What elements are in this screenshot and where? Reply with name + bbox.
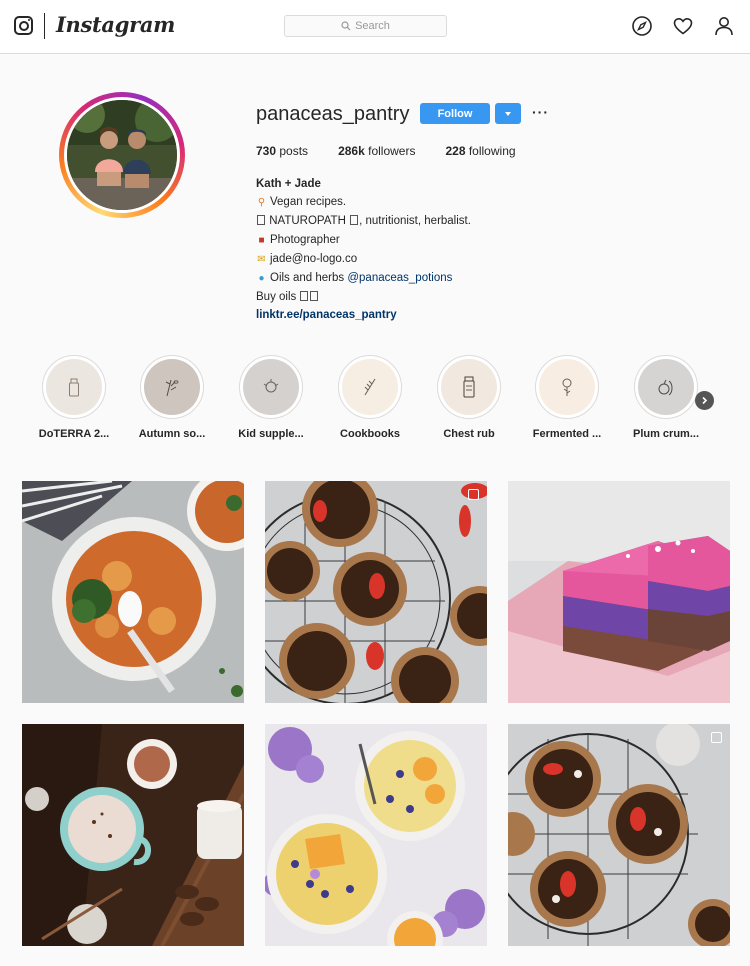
- highlight-cover: [140, 355, 204, 419]
- highlight-label: Plum crum...: [632, 428, 700, 440]
- highlight-cover-image: [638, 359, 694, 415]
- chevron-right-icon: [702, 396, 708, 405]
- chevron-down-icon: [505, 111, 511, 116]
- missing-glyph-icon: [257, 215, 265, 226]
- highlight-cover: [437, 355, 501, 419]
- oil-bottle-icon: [69, 378, 79, 397]
- highlight-cover: [42, 355, 106, 419]
- highlight-chest-rub[interactable]: Chest rub: [433, 355, 505, 440]
- nav-divider: [44, 13, 45, 39]
- following-count: 228: [445, 144, 466, 158]
- multiple-photos-icon: [468, 489, 479, 500]
- missing-glyph-icon: [350, 215, 359, 226]
- jar-icon: [463, 376, 475, 398]
- post-hot-chocolate[interactable]: [22, 724, 244, 946]
- bio-line: Buy oils: [256, 288, 471, 306]
- missing-glyph-icon: [300, 291, 309, 302]
- bio-line: ✉ jade@no-logo.co: [256, 250, 471, 269]
- missing-glyph-icon: [310, 291, 319, 302]
- post-strawberry-tarts[interactable]: [508, 724, 730, 946]
- suggested-accounts-dropdown-button[interactable]: [495, 103, 521, 124]
- bio-mention-link[interactable]: @panaceas_potions: [347, 272, 452, 284]
- flower-icon: [562, 378, 572, 396]
- highlight-label: DoTERRA 2...: [38, 428, 110, 440]
- highlight-label: Fermented ...: [532, 428, 602, 440]
- heart-icon[interactable]: [672, 15, 694, 37]
- bio-line: ■ Photographer: [256, 231, 471, 250]
- compass-icon[interactable]: [631, 15, 653, 37]
- posts-stat: 730 posts: [256, 144, 308, 158]
- highlight-label: Cookbooks: [340, 428, 400, 440]
- leaves-icon: [165, 379, 179, 397]
- highlight-cover: [338, 355, 402, 419]
- post-image: [22, 724, 244, 946]
- highlight-cover-image: [243, 359, 299, 415]
- more-options-button[interactable]: ···: [532, 104, 549, 120]
- profile-username: panaceas_pantry: [256, 103, 410, 125]
- highlight-cover-image: [539, 359, 595, 415]
- instagram-wordmark[interactable]: Instagram: [56, 12, 175, 37]
- instagram-glyph-icon[interactable]: [14, 16, 33, 35]
- search-input[interactable]: Search: [284, 15, 447, 37]
- post-image: [508, 481, 730, 703]
- highlight-cover: [239, 355, 303, 419]
- highlight-plum-crumble[interactable]: Plum crum...: [630, 355, 702, 440]
- camera-emoji-icon: ■: [258, 234, 265, 246]
- sketch-icon: [263, 379, 279, 393]
- followers-label: followers: [368, 144, 416, 158]
- chef-emoji-icon: ⚲: [257, 197, 266, 209]
- avatar: [64, 97, 180, 213]
- envelope-emoji-icon: ✉: [257, 253, 266, 265]
- followers-count: 286k: [338, 144, 365, 158]
- search-placeholder: Search: [355, 20, 390, 32]
- highlight-cover: [535, 355, 599, 419]
- bio-full-name: Kath + Jade: [256, 178, 321, 190]
- top-navigation-bar: Instagram Search: [0, 0, 750, 54]
- post-image: [265, 724, 487, 946]
- followers-stat[interactable]: 286k followers: [338, 144, 415, 158]
- droplet-emoji-icon: ●: [258, 273, 265, 285]
- post-pink-slice[interactable]: [508, 481, 730, 703]
- highlight-kid-supplements[interactable]: Kid supple...: [235, 355, 307, 440]
- bio-website-link[interactable]: linktr.ee/panaceas_pantry: [256, 306, 471, 324]
- follow-button[interactable]: Follow: [420, 103, 490, 124]
- highlights-next-button[interactable]: [695, 391, 714, 410]
- highlight-cover-image: [441, 359, 497, 415]
- highlight-autumn[interactable]: Autumn so...: [136, 355, 208, 440]
- multiple-photos-icon: [711, 732, 722, 743]
- post-image: [508, 724, 730, 946]
- bio-line: NATUROPATH , nutritionist, herbalist.: [256, 212, 471, 230]
- herb-sprig-icon: [364, 378, 376, 396]
- posts-label: posts: [279, 144, 309, 158]
- following-stat[interactable]: 228 following: [445, 144, 515, 158]
- profile-stats: 730 posts 286k followers 228 following: [256, 144, 546, 158]
- highlight-cover-image: [46, 359, 102, 415]
- bio-line: ⚲ Vegan recipes.: [256, 193, 471, 212]
- post-smoothie-bowls[interactable]: [265, 724, 487, 946]
- highlight-fermented[interactable]: Fermented ...: [531, 355, 603, 440]
- highlight-cover-image: [342, 359, 398, 415]
- profile-bio: Kath + Jade ⚲ Vegan recipes. NATUROPATH ,…: [256, 175, 471, 325]
- fruit-sketch-icon: [658, 379, 673, 396]
- post-image: [265, 481, 487, 703]
- post-image: [22, 481, 244, 703]
- highlight-label: Autumn so...: [138, 428, 206, 440]
- search-icon: [341, 21, 351, 31]
- highlight-cover-image: [144, 359, 200, 415]
- highlight-doterra[interactable]: DoTERRA 2...: [38, 355, 110, 440]
- profile-icon[interactable]: [713, 15, 735, 37]
- profile-avatar-story-ring[interactable]: [59, 92, 185, 218]
- story-highlights: DoTERRA 2... Autumn so... Kid supple... …: [38, 355, 718, 445]
- bio-line: ● Oils and herbs @panaceas_potions: [256, 269, 471, 288]
- highlight-cookbooks[interactable]: Cookbooks: [334, 355, 406, 440]
- highlight-cover: [634, 355, 698, 419]
- post-chocolate-tarts[interactable]: [265, 481, 487, 703]
- post-curry-bowl[interactable]: [22, 481, 244, 703]
- highlight-label: Chest rub: [443, 428, 495, 440]
- highlight-label: Kid supple...: [238, 428, 304, 440]
- following-label: following: [468, 144, 516, 158]
- posts-count: 730: [256, 144, 277, 158]
